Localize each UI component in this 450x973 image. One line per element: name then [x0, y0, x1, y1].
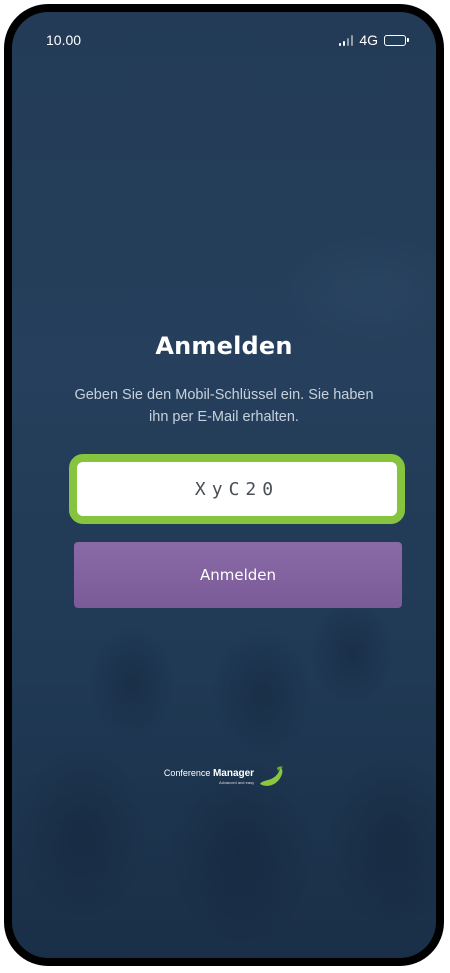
status-bar: 10.00 4G	[46, 30, 409, 50]
login-button[interactable]: Anmelden	[74, 542, 402, 608]
logo-product: Manager	[212, 768, 255, 779]
login-screen: 10.00 4G Anmelden Geben Sie den Mobil-Sc…	[12, 12, 436, 958]
logo-wordmark: Conference Manager Advanced and easy	[164, 769, 254, 785]
conference-manager-logo: Conference Manager Advanced and easy	[12, 766, 436, 788]
signal-icon	[339, 34, 354, 46]
page-title: Anmelden	[155, 332, 293, 360]
mobile-key-input[interactable]	[77, 462, 397, 516]
mobile-key-field-highlight	[69, 454, 405, 524]
leaf-logo-icon	[260, 766, 284, 786]
status-indicators: 4G	[339, 32, 409, 48]
battery-icon	[384, 34, 409, 46]
logo-tagline: Advanced and easy	[218, 780, 255, 785]
phone-frame: 10.00 4G Anmelden Geben Sie den Mobil-Sc…	[4, 4, 444, 966]
instruction-text: Geben Sie den Mobil-Schlüssel ein. Sie h…	[74, 387, 374, 425]
network-type: 4G	[359, 32, 378, 48]
logo-prefix: Conference	[163, 768, 211, 778]
logo-name: Conference Manager	[164, 769, 254, 779]
status-time: 10.00	[46, 32, 82, 48]
